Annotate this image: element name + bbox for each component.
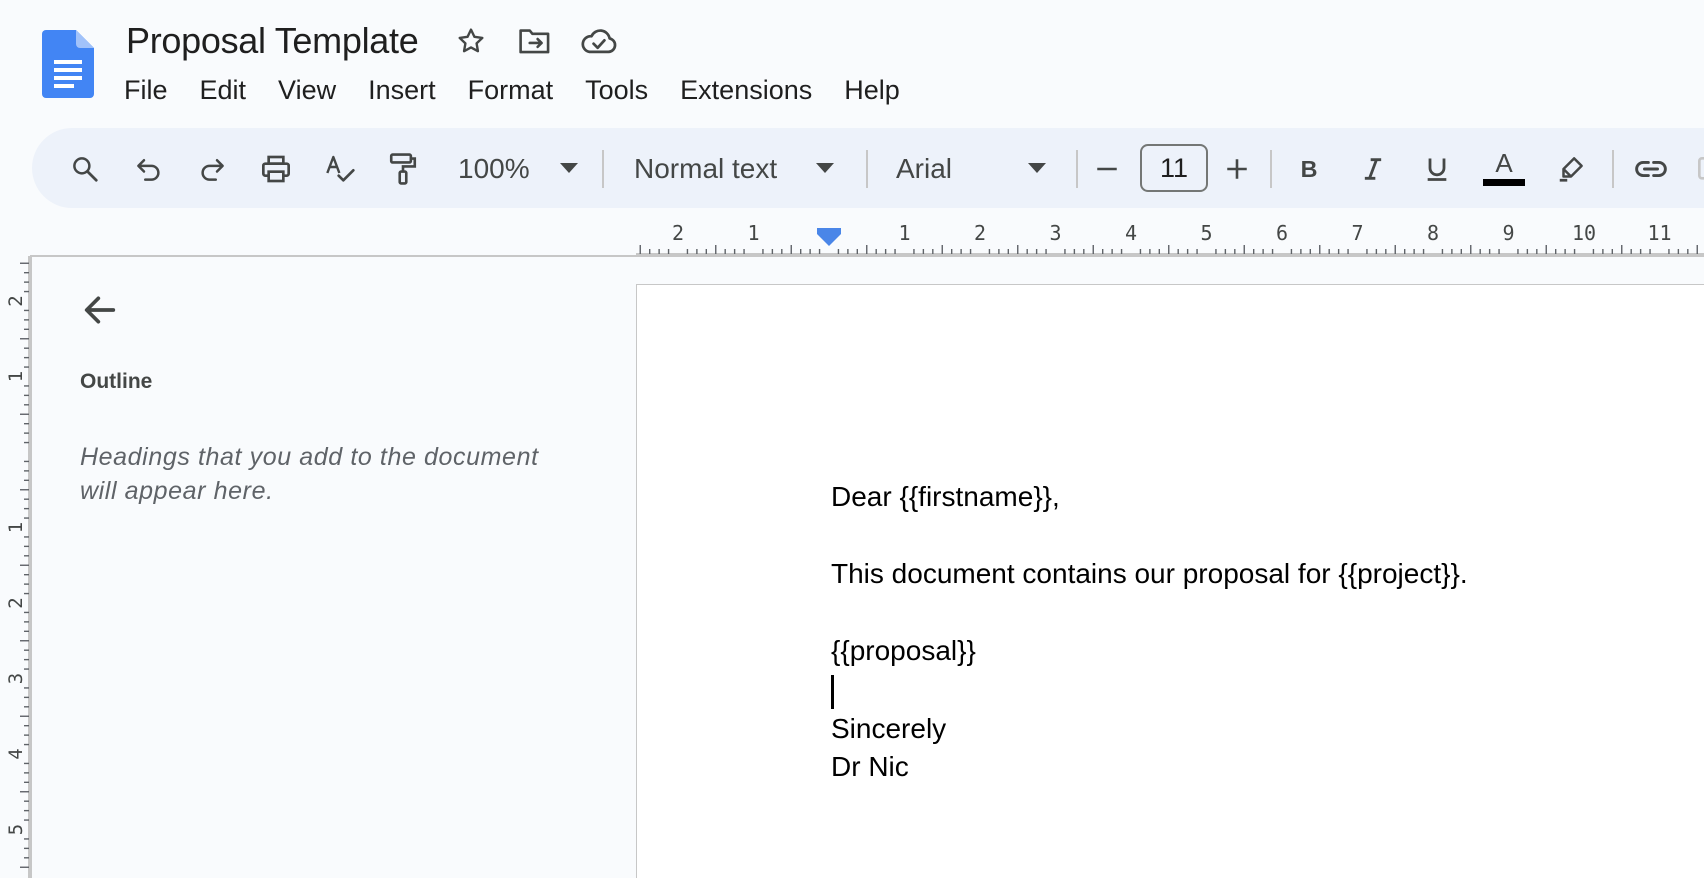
indent-marker-icon[interactable]: [817, 228, 841, 246]
ruler-label: 1: [898, 221, 910, 245]
toolbar-divider: [1270, 150, 1272, 188]
ruler-label: 2: [5, 597, 27, 608]
menu-view[interactable]: View: [270, 73, 344, 108]
ruler-label: 7: [1351, 221, 1363, 245]
doc-line-greeting[interactable]: Dear {{firstname}},: [831, 478, 1691, 517]
ruler-label: 1: [5, 371, 27, 382]
ruler-label: 5: [5, 824, 27, 835]
menu-insert[interactable]: Insert: [360, 73, 444, 108]
ruler-label: 1: [747, 221, 759, 245]
menu-edit[interactable]: Edit: [192, 73, 255, 108]
document-title[interactable]: Proposal Template: [122, 20, 422, 62]
ruler-label: 6: [1276, 221, 1288, 245]
outline-empty-hint: Headings that you add to the document wi…: [80, 443, 539, 505]
highlight-color-icon[interactable]: [1548, 146, 1594, 192]
cloud-saved-icon[interactable]: [576, 18, 622, 64]
doc-line-blank[interactable]: [831, 517, 1691, 556]
italic-icon[interactable]: [1350, 146, 1396, 192]
redo-icon[interactable]: [189, 146, 235, 192]
menu-tools[interactable]: Tools: [577, 73, 656, 108]
insert-link-icon[interactable]: [1628, 146, 1674, 192]
bold-icon[interactable]: B: [1286, 146, 1332, 192]
vertical-ruler[interactable]: 2 1 1 2 3 4 5: [0, 256, 30, 878]
menu-format[interactable]: Format: [460, 73, 562, 108]
add-comment-icon[interactable]: [1692, 146, 1704, 192]
text-color-icon[interactable]: A: [1480, 146, 1528, 192]
undo-icon[interactable]: [126, 146, 172, 192]
star-icon[interactable]: [448, 18, 494, 64]
ruler-label: 11: [1647, 221, 1671, 245]
print-icon[interactable]: [253, 146, 299, 192]
menubar: File Edit View Insert Format Tools Exten…: [116, 70, 924, 110]
ruler-label: 1: [5, 522, 27, 533]
toolbar: 100% Normal text Arial 11 B A: [32, 128, 1704, 208]
menu-file[interactable]: File: [116, 73, 176, 108]
ruler-label: 2: [5, 295, 27, 306]
font-caret-icon[interactable]: [1028, 163, 1046, 173]
decrease-font-size-icon[interactable]: [1084, 146, 1130, 192]
document-page[interactable]: Dear {{firstname}}, This document contai…: [636, 284, 1704, 878]
horizontal-ruler[interactable]: 2 1 1 2 3 4 5 6 7 8 9 10 11: [636, 220, 1704, 256]
ruler-label: 5: [1200, 221, 1212, 245]
ruler-label: 3: [5, 673, 27, 684]
close-outline-icon[interactable]: [78, 288, 122, 332]
doc-line-signature[interactable]: Dr Nic: [831, 748, 1691, 787]
font-select[interactable]: Arial: [896, 148, 952, 190]
font-size-input[interactable]: 11: [1140, 144, 1208, 192]
outline-title: Outline: [80, 370, 153, 393]
menu-help[interactable]: Help: [836, 73, 908, 108]
toolbar-divider: [866, 150, 868, 188]
svg-text:A: A: [1495, 148, 1513, 178]
doc-line-blank[interactable]: [831, 594, 1691, 633]
spelling-check-icon[interactable]: [317, 146, 363, 192]
ruler-label: 3: [1049, 221, 1061, 245]
svg-text:B: B: [1301, 156, 1318, 182]
ruler-label: 4: [1125, 221, 1137, 245]
doc-line-intro[interactable]: This document contains our proposal for …: [831, 555, 1691, 594]
menu-extensions[interactable]: Extensions: [672, 73, 820, 108]
header: Proposal Template File Edit View Insert …: [0, 0, 1704, 124]
underline-icon[interactable]: [1414, 146, 1460, 192]
ruler-label: 8: [1427, 221, 1439, 245]
zoom-select[interactable]: 100%: [458, 148, 530, 190]
paragraph-style-select[interactable]: Normal text: [634, 148, 777, 190]
ruler-label: 10: [1572, 221, 1596, 245]
text-cursor: [831, 674, 834, 709]
move-to-folder-icon[interactable]: [512, 18, 558, 64]
ruler-label: 2: [974, 221, 986, 245]
ruler-label: 9: [1502, 221, 1514, 245]
increase-font-size-icon[interactable]: [1214, 146, 1260, 192]
doc-line-signoff[interactable]: Sincerely: [831, 710, 1691, 749]
search-menus-icon[interactable]: [62, 146, 108, 192]
document-body[interactable]: Dear {{firstname}}, This document contai…: [831, 478, 1691, 787]
toolbar-divider: [1612, 150, 1614, 188]
ruler-label: 2: [672, 221, 684, 245]
ruler-label: 4: [5, 748, 27, 759]
paint-format-icon[interactable]: [380, 146, 426, 192]
doc-line-proposal[interactable]: {{proposal}}: [831, 632, 1691, 671]
paragraph-style-caret-icon[interactable]: [816, 163, 834, 173]
doc-line-cursor[interactable]: [831, 671, 1691, 710]
toolbar-divider: [602, 150, 604, 188]
docs-logo-icon[interactable]: [42, 30, 94, 98]
toolbar-divider: [1076, 150, 1078, 188]
zoom-caret-icon[interactable]: [560, 163, 578, 173]
